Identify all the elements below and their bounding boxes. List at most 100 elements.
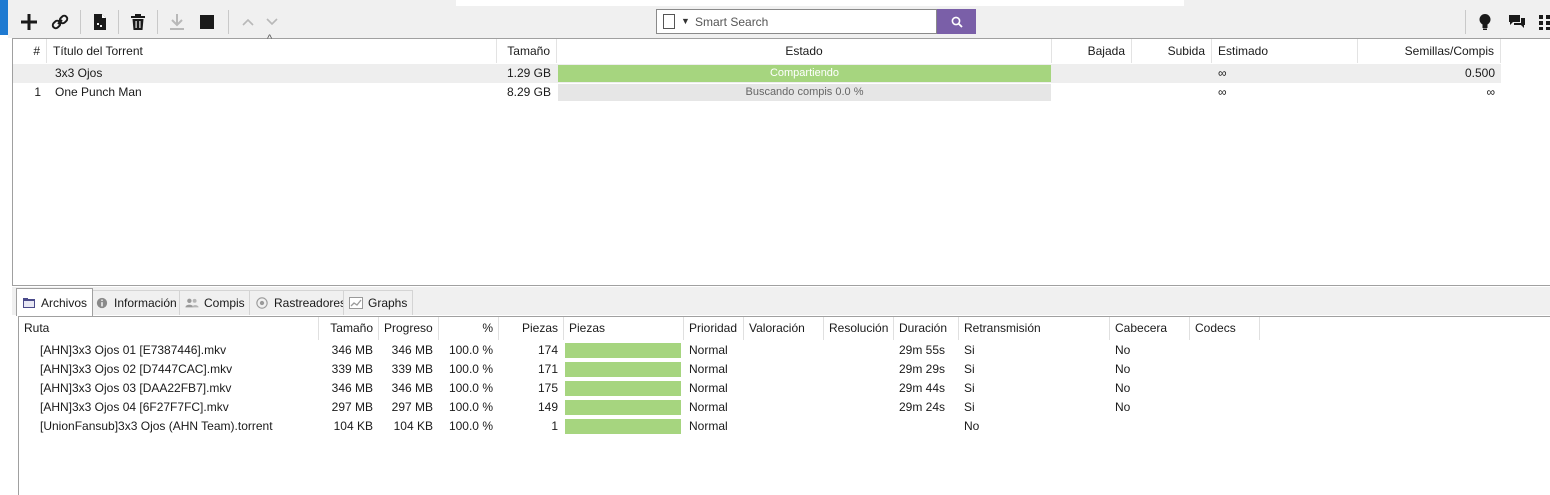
file-priority[interactable]: Normal xyxy=(689,398,744,417)
file-priority[interactable]: Normal xyxy=(689,360,744,379)
col-download-speed[interactable]: Bajada xyxy=(1052,39,1132,63)
add-torrent-button[interactable] xyxy=(17,10,41,34)
torrent-ratio: ∞ xyxy=(1486,85,1495,99)
tab-trackers[interactable]: Rastreadores xyxy=(249,290,353,315)
smart-search-box[interactable]: ▼ xyxy=(656,9,937,34)
torrent-num: 1 xyxy=(34,85,41,99)
file-streaming: Si xyxy=(964,381,975,395)
torrent-row[interactable]: 1 One Punch Man 8.29 GB Buscando compis … xyxy=(13,83,1501,102)
pieces-progress-bar xyxy=(565,400,681,415)
file-row[interactable]: [AHN]3x3 Ojos 01 [E7387446].mkv 346 MB 3… xyxy=(19,341,1259,360)
col-header[interactable]: Cabecera xyxy=(1110,317,1190,340)
tab-label: Información xyxy=(114,296,177,310)
col-percent[interactable]: % xyxy=(439,317,499,340)
col-file-size[interactable]: Tamaño xyxy=(319,317,379,340)
file-row[interactable]: [AHN]3x3 Ojos 04 [6F27F7FC].mkv 297 MB 2… xyxy=(19,398,1259,417)
col-num[interactable]: # xyxy=(13,39,47,63)
move-down-button[interactable] xyxy=(260,10,284,34)
file-row[interactable]: [UnionFansub]3x3 Ojos (AHN Team).torrent… xyxy=(19,417,1259,436)
col-ratio[interactable]: Semillas/Compis xyxy=(1358,39,1501,63)
file-percent: 100.0 % xyxy=(448,362,493,376)
add-link-button[interactable] xyxy=(48,10,72,34)
caret-down-icon[interactable]: ▼ xyxy=(681,16,690,26)
pieces-progress-bar xyxy=(565,362,681,377)
col-rating[interactable]: Valoración xyxy=(744,317,824,340)
torrent-list: # Título del Torrent ^ Tamaño Estado Baj… xyxy=(12,33,1550,286)
col-duration[interactable]: Duración xyxy=(894,317,959,340)
move-up-button[interactable] xyxy=(236,10,260,34)
file-path: [UnionFansub]3x3 Ojos (AHN Team).torrent xyxy=(40,419,273,433)
file-duration: 29m 44s xyxy=(899,381,946,395)
stop-icon xyxy=(200,15,214,29)
file-size: 346 MB xyxy=(331,381,373,395)
file-priority[interactable]: Normal xyxy=(689,417,744,436)
menu-grid-button[interactable] xyxy=(1533,10,1550,34)
tracker-icon xyxy=(256,297,268,309)
torrent-eta: ∞ xyxy=(1218,85,1227,99)
chevron-down-icon xyxy=(266,18,278,26)
toolbar: ▼ xyxy=(8,0,1550,38)
file-path: [AHN]3x3 Ojos 01 [E7387446].mkv xyxy=(40,343,227,357)
col-progress[interactable]: Progreso xyxy=(379,317,439,340)
grid-menu-icon xyxy=(1539,15,1550,30)
file-pieces: 149 xyxy=(537,400,558,414)
tab-graphs[interactable]: Graphs xyxy=(343,290,414,315)
search-input[interactable] xyxy=(695,13,930,30)
file-path: [AHN]3x3 Ojos 03 [DAA22FB7].mkv xyxy=(40,381,232,395)
download-icon xyxy=(170,14,184,30)
file-row[interactable]: [AHN]3x3 Ojos 02 [D7447CAC].mkv 339 MB 3… xyxy=(19,360,1259,379)
detail-tabs: Archivos Información Compis Rastreadores… xyxy=(12,287,1550,316)
file-progress: 346 MB xyxy=(391,381,433,395)
file-header: No xyxy=(1115,400,1131,414)
col-eta[interactable]: Estimado xyxy=(1212,39,1358,63)
file-duration xyxy=(899,417,959,436)
chat-button[interactable] xyxy=(1505,10,1529,34)
file-streaming: Si xyxy=(964,362,975,376)
col-upload-speed[interactable]: Subida xyxy=(1132,39,1212,63)
file-priority[interactable]: Normal xyxy=(689,341,744,360)
torrent-size: 1.29 GB xyxy=(506,66,551,80)
col-pieces-count[interactable]: Piezas xyxy=(499,317,564,340)
file-priority[interactable]: Normal xyxy=(689,379,744,398)
create-torrent-button[interactable] xyxy=(88,10,112,34)
tab-files[interactable]: Archivos xyxy=(16,288,94,316)
torrent-ratio: 0.500 xyxy=(1464,66,1495,80)
file-duration: 29m 29s xyxy=(899,362,946,376)
remove-button[interactable] xyxy=(126,10,150,34)
chevron-up-icon xyxy=(242,18,254,26)
info-icon xyxy=(96,297,108,309)
torrent-row[interactable]: 3x3 Ojos 1.29 GB Compartiendo ∞ 0.500 xyxy=(13,64,1501,83)
window-accent-strip xyxy=(0,0,8,35)
trash-icon xyxy=(131,14,145,30)
torrent-down xyxy=(1052,83,1126,102)
file-row[interactable]: [AHN]3x3 Ojos 03 [DAA22FB7].mkv 346 MB 3… xyxy=(19,379,1259,398)
col-size[interactable]: Tamaño xyxy=(497,39,557,63)
tab-info[interactable]: Información xyxy=(89,290,183,315)
file-size: 346 MB xyxy=(331,343,373,357)
file-progress: 346 MB xyxy=(391,343,433,357)
search-button[interactable] xyxy=(937,9,976,34)
file-new-icon xyxy=(94,14,106,30)
col-priority[interactable]: Prioridad xyxy=(684,317,744,340)
file-progress: 339 MB xyxy=(391,362,433,376)
chat-icon xyxy=(1509,15,1525,28)
tips-button[interactable] xyxy=(1473,10,1497,34)
col-pieces-bar[interactable]: Piezas xyxy=(564,317,684,340)
col-codecs[interactable]: Codecs xyxy=(1190,317,1260,340)
col-status[interactable]: Estado xyxy=(557,39,1052,63)
col-streaming[interactable]: Retransmisión xyxy=(959,317,1110,340)
stop-button[interactable] xyxy=(195,10,219,34)
download-button[interactable] xyxy=(165,10,189,34)
torrent-title: 3x3 Ojos xyxy=(55,66,103,80)
file-pieces: 171 xyxy=(537,362,558,376)
lightbulb-icon xyxy=(1479,14,1491,30)
col-path[interactable]: Ruta xyxy=(19,317,319,340)
folder-icon xyxy=(23,297,35,308)
col-resolution[interactable]: Resolución xyxy=(824,317,894,340)
plus-icon xyxy=(21,14,37,30)
torrent-size: 8.29 GB xyxy=(506,85,551,99)
tab-peers[interactable]: Compis xyxy=(179,290,251,315)
tab-label: Graphs xyxy=(368,296,408,310)
pieces-progress-bar xyxy=(565,419,681,434)
file-pieces: 175 xyxy=(537,381,558,395)
